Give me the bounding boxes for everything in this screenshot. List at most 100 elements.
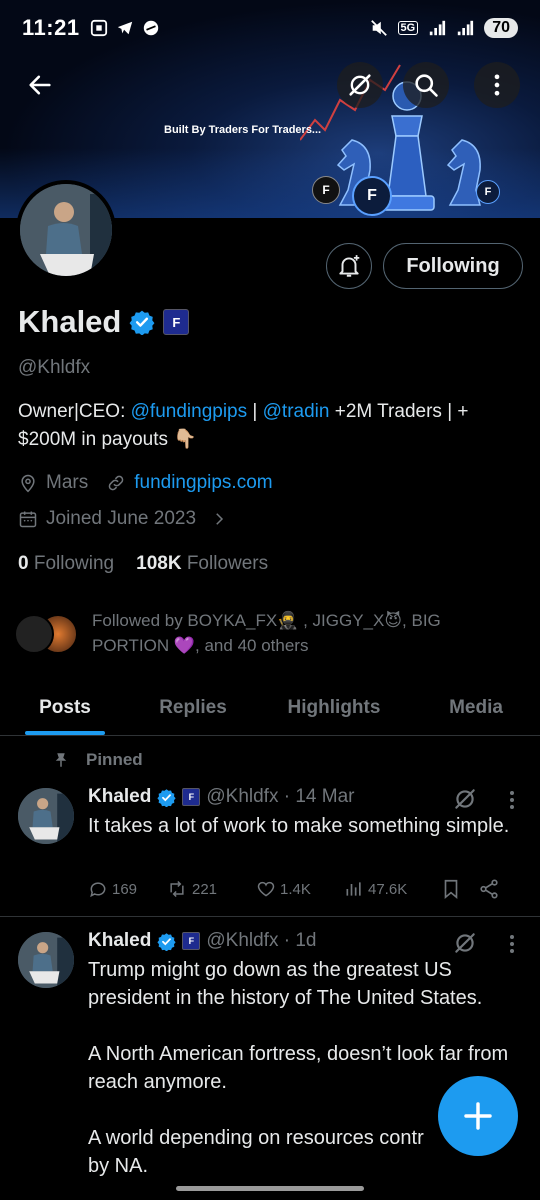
affiliate-badge[interactable]: F [163, 309, 190, 335]
plus-icon [464, 1102, 492, 1130]
followers-count-link[interactable]: 108K Followers [136, 553, 268, 575]
tab-replies-label: Replies [159, 696, 227, 718]
verified-badge-icon[interactable] [129, 309, 155, 335]
post-item[interactable]: Khaled F @Khldfx · 1d Trump might go dow… [0, 924, 540, 1200]
profile-avatar[interactable] [16, 180, 116, 280]
more-options-button[interactable] [474, 62, 520, 108]
post-header: Khaled F @Khldfx · 14 Mar [88, 786, 354, 808]
bell-plus-icon [339, 255, 360, 277]
more-options-icon[interactable] [508, 934, 516, 954]
heart-icon [257, 881, 275, 897]
app-notification-icon [143, 20, 158, 36]
search-button[interactable] [403, 62, 449, 108]
banner-coin-right: F [476, 180, 500, 204]
following-count-link[interactable]: 0 Following [18, 553, 114, 575]
repost-button[interactable]: 221 [166, 879, 256, 899]
avatar-photo [18, 932, 74, 988]
verified-badge-icon [157, 932, 176, 951]
location-pin-icon [21, 474, 35, 493]
chevron-right-icon [216, 513, 224, 525]
notifications-button[interactable] [326, 243, 372, 289]
profile-joined-date: Joined June 2023 [46, 508, 197, 529]
followed-by-text: Followed by BOYKA_FX🥷 , JIGGY_X😈, BIG PO… [92, 611, 441, 655]
reply-button[interactable]: 169 [88, 879, 166, 899]
tab-replies[interactable]: Replies [130, 680, 256, 735]
network-type: 5G [397, 21, 419, 35]
post-avatar[interactable] [18, 932, 74, 988]
banner-tagline: Built By Traders For Traders... [164, 124, 322, 136]
telegram-icon [117, 21, 132, 35]
pin-icon [55, 753, 67, 767]
back-button[interactable] [17, 62, 63, 108]
following-button[interactable]: Following [383, 243, 523, 289]
post-item[interactable]: Khaled F @Khldfx · 14 Mar It takes a lot… [0, 780, 540, 914]
post-author-name[interactable]: Khaled [88, 786, 151, 808]
affiliate-badge: F [182, 932, 201, 950]
bio-mention-tradin[interactable]: @tradin [263, 401, 330, 422]
link-icon [108, 475, 124, 491]
tab-highlights-label: Highlights [287, 696, 381, 718]
views-count: 47.6K [368, 880, 408, 898]
post-text: It takes a lot of work to make something… [88, 815, 510, 837]
profile-tabs: Posts Replies Highlights Media [0, 680, 540, 736]
profile-meta-location-website: Mars fundingpips.com [18, 472, 273, 494]
post-header: Khaled F @Khldfx · 1d [88, 930, 316, 952]
tab-posts[interactable]: Posts [0, 680, 130, 735]
bio-text-prefix: Owner|CEO: [18, 401, 131, 422]
profile-location: Mars [46, 472, 89, 493]
grok-button[interactable] [337, 62, 383, 108]
tab-media[interactable]: Media [412, 680, 540, 735]
compose-post-button[interactable] [438, 1076, 518, 1156]
profile-handle: @Khldfx [18, 357, 91, 378]
bookmark-icon[interactable] [440, 878, 462, 900]
active-tab-indicator [25, 731, 105, 735]
reply-count: 169 [112, 880, 138, 898]
post-handle-time: @Khldfx · 14 Mar [206, 786, 355, 807]
mute-icon [370, 20, 387, 36]
status-bar: 11:21 5G 70 [0, 0, 540, 56]
search-icon [415, 74, 438, 97]
tab-highlights[interactable]: Highlights [256, 680, 412, 735]
avatar-photo [18, 788, 74, 844]
profile-website-link[interactable]: fundingpips.com [134, 472, 272, 494]
following-count: 0 [18, 553, 29, 574]
gesture-home-bar[interactable] [176, 1186, 364, 1191]
profile-name-row: Khaled F [18, 304, 190, 340]
calendar-icon [19, 511, 37, 528]
views-button[interactable]: 47.6K [344, 879, 440, 899]
more-options-icon[interactable] [508, 790, 516, 810]
banner-coin-center: F [352, 176, 392, 216]
post-author-name[interactable]: Khaled [88, 930, 151, 952]
followers-count-label: Followers [186, 553, 269, 574]
profile-bio: Owner|CEO: @fundingpips | @tradin +2M Tr… [18, 398, 523, 454]
grok-icon[interactable] [452, 786, 478, 812]
avatar-photo [20, 184, 112, 276]
post-handle-time: @Khldfx · 1d [206, 930, 317, 951]
profile-counts: 0 Following 108K Followers [18, 553, 268, 575]
followed-by-row[interactable]: Followed by BOYKA_FX🥷 , JIGGY_X😈, BIG PO… [14, 608, 472, 658]
signal-icon-2 [458, 20, 474, 36]
grok-icon[interactable] [452, 930, 478, 956]
pinned-label: Pinned [86, 750, 143, 769]
reply-icon [90, 882, 106, 898]
repost-icon [170, 880, 184, 898]
grok-icon [349, 74, 371, 96]
follower-avatar-2 [14, 614, 54, 654]
profile-joined-row[interactable]: Joined June 2023 [18, 508, 228, 530]
signal-icon [430, 20, 446, 36]
bio-mention-fundingpips[interactable]: @fundingpips [131, 401, 247, 422]
tab-media-label: Media [449, 696, 503, 718]
post-avatar[interactable] [18, 788, 74, 844]
screenshot-icon [90, 19, 107, 37]
like-button[interactable]: 1.4K [256, 879, 344, 899]
tab-posts-label: Posts [39, 696, 91, 718]
bio-separator: | [247, 401, 263, 422]
followed-by-avatars [14, 614, 82, 654]
post-divider [0, 916, 540, 917]
pinned-indicator: Pinned [52, 750, 143, 770]
battery-level: 70 [484, 18, 518, 38]
following-count-label: Following [33, 553, 115, 574]
share-icon[interactable] [478, 878, 500, 900]
arrow-left-icon [29, 75, 51, 95]
status-time: 11:21 [22, 15, 80, 40]
